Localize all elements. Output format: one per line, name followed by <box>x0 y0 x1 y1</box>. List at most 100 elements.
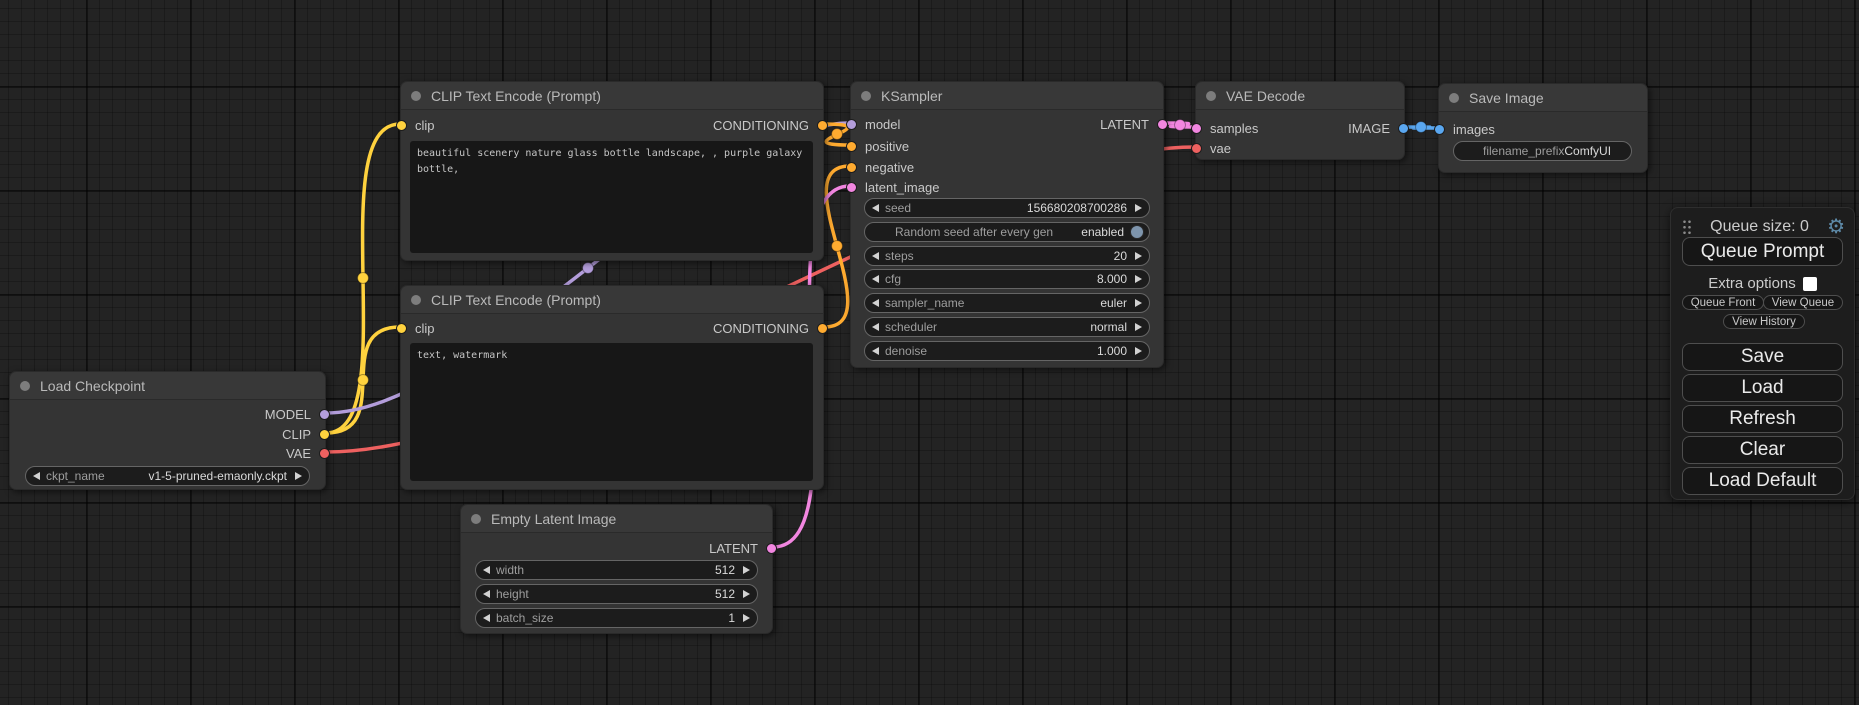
toggle-enabled-icon[interactable] <box>1130 225 1144 239</box>
settings-gear-icon[interactable]: ⚙ <box>1827 217 1845 237</box>
conditioning-port-dot[interactable] <box>846 141 857 152</box>
widget-random-seed-toggle[interactable]: Random seed after every gen enabled <box>864 222 1150 242</box>
image-port-dot[interactable] <box>1434 124 1445 135</box>
latent-port-dot[interactable] <box>1157 119 1168 130</box>
node-clip-text-encode-positive[interactable]: CLIP Text Encode (Prompt) clip CONDITION… <box>400 81 824 261</box>
clip-port-dot[interactable] <box>319 429 330 440</box>
load-default-button[interactable]: Load Default <box>1682 467 1843 495</box>
conditioning-port-dot[interactable] <box>817 323 828 334</box>
port-latent-image-input[interactable]: latent_image <box>846 177 939 197</box>
widget-cfg[interactable]: cfg 8.000 <box>864 269 1150 289</box>
port-clip-input[interactable]: clip <box>396 318 435 338</box>
port-clip-output[interactable]: CLIP <box>282 424 330 444</box>
view-queue-button[interactable]: View Queue <box>1763 295 1843 310</box>
node-titlebar[interactable]: CLIP Text Encode (Prompt) <box>401 82 823 110</box>
port-images-input[interactable]: images <box>1434 119 1495 139</box>
widget-seed[interactable]: seed 156680208700286 <box>864 198 1150 218</box>
port-latent-output[interactable]: LATENT <box>709 538 777 558</box>
port-model-output[interactable]: MODEL <box>265 404 330 424</box>
increment-arrow-icon[interactable] <box>1135 323 1142 331</box>
conditioning-port-dot[interactable] <box>846 162 857 173</box>
node-titlebar[interactable]: Save Image <box>1439 84 1647 112</box>
latent-port-dot[interactable] <box>846 182 857 193</box>
link-midpoint-dot <box>832 129 843 140</box>
link-midpoint-dot <box>358 375 369 386</box>
clip-port-dot[interactable] <box>396 323 407 334</box>
decrement-arrow-icon[interactable] <box>872 204 879 212</box>
node-title: Empty Latent Image <box>491 511 616 527</box>
node-titlebar[interactable]: Empty Latent Image <box>461 505 772 533</box>
node-clip-text-encode-negative[interactable]: CLIP Text Encode (Prompt) clip CONDITION… <box>400 285 824 490</box>
widget-denoise[interactable]: denoise 1.000 <box>864 341 1150 361</box>
queue-front-button[interactable]: Queue Front <box>1682 295 1764 310</box>
drag-handle-icon[interactable] <box>1682 219 1692 235</box>
model-port-dot[interactable] <box>846 119 857 130</box>
node-vae-decode[interactable]: VAE Decode samples vae IMAGE <box>1195 81 1405 160</box>
node-load-checkpoint[interactable]: Load Checkpoint MODEL CLIP VAE ckpt_name… <box>9 371 326 490</box>
widget-height[interactable]: height 512 <box>475 584 758 604</box>
widget-filename-prefix[interactable]: filename_prefix ComfyUI <box>1453 141 1632 161</box>
increment-arrow-icon[interactable] <box>1135 252 1142 260</box>
decrement-arrow-icon[interactable] <box>33 472 40 480</box>
decrement-arrow-icon[interactable] <box>872 299 879 307</box>
view-history-button[interactable]: View History <box>1723 314 1805 329</box>
port-positive-input[interactable]: positive <box>846 136 909 156</box>
decrement-arrow-icon[interactable] <box>483 566 490 574</box>
widget-batch-size[interactable]: batch_size 1 <box>475 608 758 628</box>
latent-port-dot[interactable] <box>766 543 777 554</box>
port-conditioning-output[interactable]: CONDITIONING <box>713 318 828 338</box>
decrement-arrow-icon[interactable] <box>872 347 879 355</box>
node-empty-latent-image[interactable]: Empty Latent Image LATENT width 512 heig… <box>460 504 773 634</box>
negative-prompt-textarea[interactable]: text, watermark <box>410 343 813 481</box>
port-latent-output[interactable]: LATENT <box>1100 114 1168 134</box>
widget-steps[interactable]: steps 20 <box>864 246 1150 266</box>
increment-arrow-icon[interactable] <box>1135 299 1142 307</box>
conditioning-port-dot[interactable] <box>817 120 828 131</box>
save-button[interactable]: Save <box>1682 343 1843 371</box>
increment-arrow-icon[interactable] <box>1135 204 1142 212</box>
decrement-arrow-icon[interactable] <box>483 590 490 598</box>
decrement-arrow-icon[interactable] <box>872 323 879 331</box>
load-button[interactable]: Load <box>1682 374 1843 402</box>
increment-arrow-icon[interactable] <box>1135 347 1142 355</box>
port-model-input[interactable]: model <box>846 114 900 134</box>
vae-port-dot[interactable] <box>1191 143 1202 154</box>
vae-port-dot[interactable] <box>319 448 330 459</box>
port-conditioning-output[interactable]: CONDITIONING <box>713 115 828 135</box>
decrement-arrow-icon[interactable] <box>872 252 879 260</box>
node-titlebar[interactable]: CLIP Text Encode (Prompt) <box>401 286 823 314</box>
link-midpoint-dot <box>1416 122 1427 133</box>
widget-width[interactable]: width 512 <box>475 560 758 580</box>
refresh-button[interactable]: Refresh <box>1682 405 1843 433</box>
node-status-dot-icon <box>1449 93 1459 103</box>
latent-port-dot[interactable] <box>1191 123 1202 134</box>
node-ksampler[interactable]: KSampler model positive negative latent_… <box>850 81 1164 368</box>
widget-ckpt-name[interactable]: ckpt_name v1-5-pruned-emaonly.ckpt <box>25 466 310 486</box>
model-port-dot[interactable] <box>319 409 330 420</box>
port-clip-input[interactable]: clip <box>396 115 435 135</box>
image-port-dot[interactable] <box>1398 123 1409 134</box>
widget-sampler-name[interactable]: sampler_name euler <box>864 293 1150 313</box>
increment-arrow-icon[interactable] <box>743 566 750 574</box>
port-vae-output[interactable]: VAE <box>286 443 330 463</box>
node-save-image[interactable]: Save Image images filename_prefix ComfyU… <box>1438 83 1648 173</box>
port-samples-input[interactable]: samples <box>1191 118 1258 138</box>
queue-prompt-button[interactable]: Queue Prompt <box>1682 237 1843 266</box>
increment-arrow-icon[interactable] <box>1135 275 1142 283</box>
increment-arrow-icon[interactable] <box>743 614 750 622</box>
increment-arrow-icon[interactable] <box>295 472 302 480</box>
node-titlebar[interactable]: KSampler <box>851 82 1163 110</box>
clear-button[interactable]: Clear <box>1682 436 1843 464</box>
clip-port-dot[interactable] <box>396 120 407 131</box>
node-titlebar[interactable]: VAE Decode <box>1196 82 1404 110</box>
node-titlebar[interactable]: Load Checkpoint <box>10 372 325 400</box>
extra-options-checkbox[interactable] <box>1803 277 1817 291</box>
port-negative-input[interactable]: negative <box>846 157 914 177</box>
port-vae-input[interactable]: vae <box>1191 138 1231 158</box>
increment-arrow-icon[interactable] <box>743 590 750 598</box>
decrement-arrow-icon[interactable] <box>483 614 490 622</box>
port-image-output[interactable]: IMAGE <box>1348 118 1409 138</box>
positive-prompt-textarea[interactable]: beautiful scenery nature glass bottle la… <box>410 141 813 253</box>
widget-scheduler[interactable]: scheduler normal <box>864 317 1150 337</box>
decrement-arrow-icon[interactable] <box>872 275 879 283</box>
